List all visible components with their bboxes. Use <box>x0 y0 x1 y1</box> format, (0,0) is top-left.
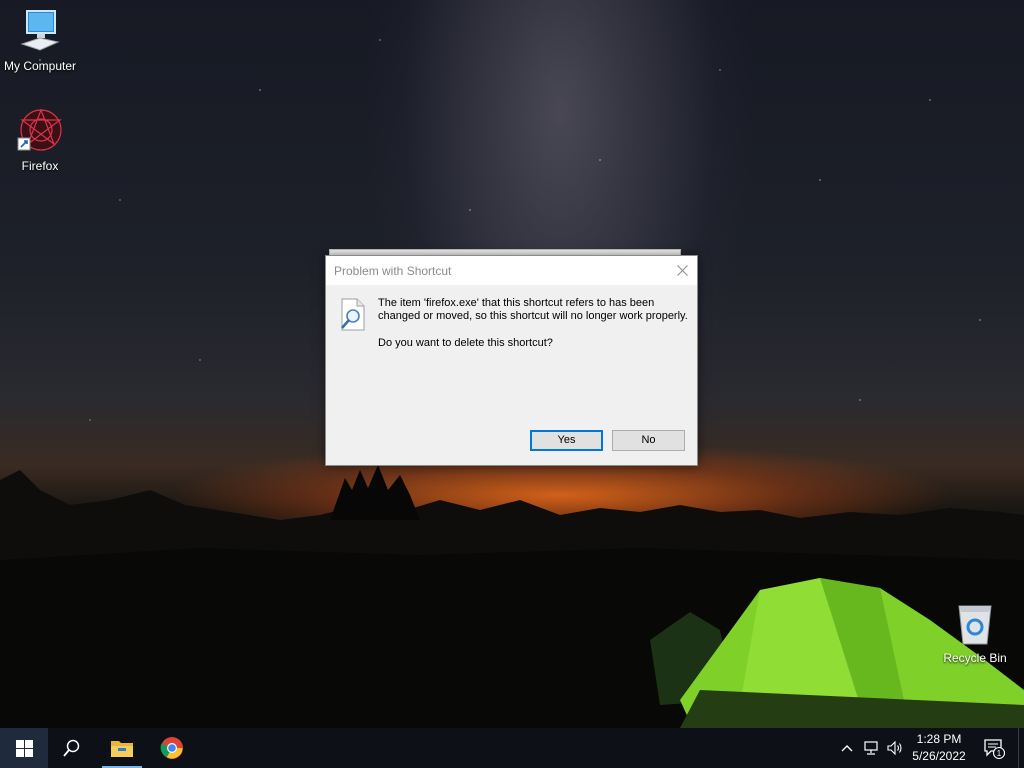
desktop-icon-recycle-bin[interactable]: Recycle Bin <box>935 602 1015 665</box>
computer-icon <box>20 10 60 51</box>
file-explorer-button[interactable] <box>98 728 146 768</box>
volume-icon <box>887 741 902 755</box>
taskbar-clock[interactable]: 1:28 PM 5/26/2022 <box>903 731 975 765</box>
dialog-question: Do you want to delete this shortcut? <box>378 337 553 349</box>
desktop-icon-label: Recycle Bin <box>943 651 1007 665</box>
clock-time: 1:28 PM <box>916 732 962 746</box>
search-document-icon <box>341 298 365 331</box>
network-button[interactable] <box>860 728 882 768</box>
taskbar: 1:28 PM 5/26/2022 1 <box>0 728 1024 768</box>
no-button[interactable]: No <box>612 430 685 451</box>
desktop-icon-my-computer[interactable]: My Computer <box>0 8 80 73</box>
desktop-icon-label: Firefox <box>21 159 59 173</box>
chrome-icon <box>160 737 183 759</box>
show-desktop-button[interactable] <box>1018 728 1024 768</box>
network-icon <box>864 741 878 755</box>
file-explorer-icon <box>111 741 133 757</box>
search-icon <box>63 739 80 757</box>
dialog-message: The item 'firefox.exe' that this shortcu… <box>378 297 688 322</box>
yes-button[interactable]: Yes <box>530 430 603 451</box>
show-hidden-icons-button[interactable] <box>838 728 856 768</box>
dialog-close-button[interactable] <box>667 256 697 285</box>
search-button[interactable] <box>48 728 96 768</box>
action-center-button[interactable]: 1 <box>980 728 1008 768</box>
chevron-up-icon <box>841 745 853 752</box>
dialog-titlebar[interactable]: Problem with Shortcut <box>326 256 697 285</box>
notification-count: 1 <box>997 749 1002 758</box>
firefox-shortcut-icon <box>17 108 62 151</box>
desktop-icon-firefox[interactable]: Firefox <box>0 106 80 173</box>
start-button[interactable] <box>0 728 48 768</box>
close-icon <box>676 265 688 276</box>
dialog-title: Problem with Shortcut <box>334 264 452 278</box>
windows-start-icon <box>15 739 33 757</box>
desktop-icon-label: My Computer <box>3 59 77 73</box>
clock-date: 5/26/2022 <box>912 749 966 763</box>
notification-icon: 1 <box>984 739 1005 759</box>
chrome-button[interactable] <box>148 728 196 768</box>
problem-with-shortcut-dialog: Problem with Shortcut The item 'firefox.… <box>325 255 698 466</box>
recycle-bin-icon <box>958 605 992 645</box>
